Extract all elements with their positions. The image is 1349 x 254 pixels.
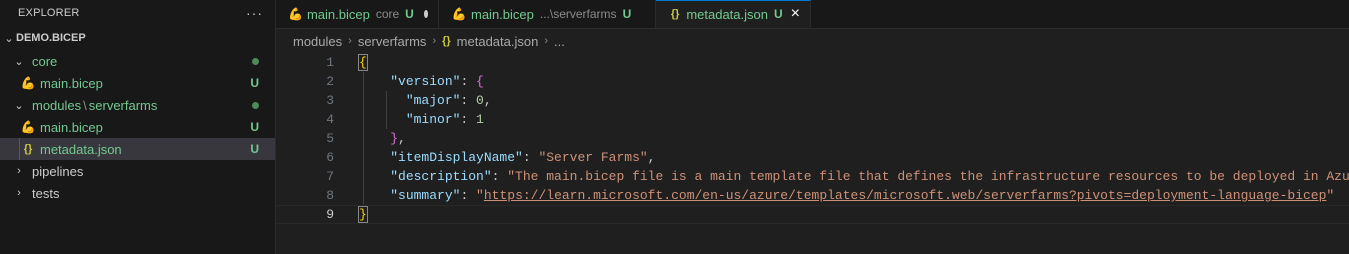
breadcrumb: modules › serverfarms › {} metadata.json… xyxy=(276,29,1349,53)
tab-label: metadata.json xyxy=(686,6,768,22)
bracket-open: { xyxy=(358,54,368,71)
line-number: 7 xyxy=(326,169,334,184)
json-file-icon: {} xyxy=(670,8,680,20)
line-number: 6 xyxy=(326,150,334,165)
line-number: 8 xyxy=(326,188,334,203)
line-number: 2 xyxy=(326,74,334,89)
explorer-title: EXPLORER xyxy=(18,7,80,19)
tree-file-serverfarms-main-bicep[interactable]: 💪 main.bicep U xyxy=(0,116,275,138)
code-line: 4 "minor": 1 xyxy=(276,110,1349,129)
tree-folder-pipelines[interactable]: › pipelines xyxy=(0,160,275,182)
bicep-file-icon: 💪 xyxy=(451,7,467,21)
tab-label: main.bicep xyxy=(306,6,370,22)
code-line: 8 "summary": "https://learn.microsoft.co… xyxy=(276,186,1349,205)
git-status-untracked: U xyxy=(773,7,783,21)
tree-folder-tests[interactable]: › tests xyxy=(0,182,275,204)
line-number: 4 xyxy=(326,112,334,127)
bracket-close: } xyxy=(358,206,368,223)
tree-item-label: main.bicep xyxy=(40,119,103,135)
git-status-untracked: U xyxy=(405,7,414,21)
workspace-root[interactable]: ⌄ DEMO.BICEP xyxy=(0,26,275,50)
json-key: "itemDisplayName" xyxy=(390,150,523,165)
tree-item-label: main.bicep xyxy=(40,75,103,91)
json-file-icon: {} xyxy=(23,143,33,155)
explorer-sidebar: EXPLORER ··· ⌄ DEMO.BICEP ⌄ core 💪 main.… xyxy=(0,0,276,254)
tab-bar: 💪 main.bicep core U 💪 main.bicep ...\ser… xyxy=(276,0,1349,29)
json-key: "version" xyxy=(390,74,461,89)
line-number: 5 xyxy=(326,131,334,146)
tree-item-label: modules \ serverfarms xyxy=(32,97,158,113)
json-number: 1 xyxy=(476,112,484,127)
chevron-right-icon: › xyxy=(544,35,549,47)
json-string: "Server Farms" xyxy=(538,150,648,165)
tree-item-label: metadata.json xyxy=(40,141,122,157)
json-key: "major" xyxy=(405,93,461,108)
code-editor[interactable]: 1 { 2 "version": { 3 "major": 0, 4 "mino… xyxy=(276,53,1349,224)
status-dot xyxy=(252,58,259,65)
git-status-untracked: U xyxy=(250,120,259,134)
more-actions-icon[interactable]: ··· xyxy=(246,5,263,21)
bicep-file-icon: 💪 xyxy=(20,120,36,134)
tree-file-metadata-json[interactable]: {} metadata.json U xyxy=(0,138,275,160)
close-icon[interactable]: × xyxy=(791,6,800,22)
workspace-root-label: DEMO.BICEP xyxy=(16,32,86,44)
line-number: 9 xyxy=(326,207,334,222)
chevron-right-icon: › xyxy=(17,165,21,177)
chevron-right-icon: › xyxy=(432,35,437,47)
tab-description: core xyxy=(375,7,400,21)
tree-item-label: core xyxy=(32,53,58,69)
breadcrumb-item[interactable]: modules xyxy=(293,34,342,49)
git-status-untracked: U xyxy=(622,7,632,21)
tab-core-main-bicep[interactable]: 💪 main.bicep core U xyxy=(276,0,439,28)
git-status-untracked: U xyxy=(250,142,259,156)
indent-guide xyxy=(386,91,387,129)
code-line: 5 }, xyxy=(276,129,1349,148)
tree-item-label: pipelines xyxy=(32,163,84,179)
bicep-file-icon: 💪 xyxy=(20,76,36,90)
line-number: 1 xyxy=(326,55,334,70)
json-number: 0 xyxy=(476,93,484,108)
chevron-right-icon: › xyxy=(348,35,352,47)
tree-file-core-main-bicep[interactable]: 💪 main.bicep U xyxy=(0,72,275,94)
chevron-down-icon: ⌄ xyxy=(14,55,24,68)
line-number: 3 xyxy=(326,93,334,108)
tree-folder-core[interactable]: ⌄ core xyxy=(0,50,275,72)
code-line: 6 "itemDisplayName": "Server Farms", xyxy=(276,148,1349,167)
chevron-right-icon: › xyxy=(17,187,21,199)
explorer-header: EXPLORER ··· xyxy=(0,0,275,26)
tab-label: main.bicep xyxy=(471,6,534,22)
chevron-down-icon: ⌄ xyxy=(4,32,14,45)
git-status-untracked: U xyxy=(250,76,259,90)
code-line: 2 "version": { xyxy=(276,72,1349,91)
tab-serverfarms-main-bicep[interactable]: 💪 main.bicep ...\serverfarms U xyxy=(439,0,656,28)
tree-folder-modules-serverfarms[interactable]: ⌄ modules \ serverfarms xyxy=(0,94,275,116)
breadcrumb-item[interactable]: ... xyxy=(554,34,565,49)
vscode-window: EXPLORER ··· ⌄ DEMO.BICEP ⌄ core 💪 main.… xyxy=(0,0,1349,254)
json-key: "minor" xyxy=(405,112,461,127)
json-url-link[interactable]: https://learn.microsoft.com/en-us/azure/… xyxy=(484,188,1327,203)
tree-item-label: tests xyxy=(32,185,60,201)
indent-guide xyxy=(363,72,364,205)
json-key: "description" xyxy=(390,169,492,184)
code-line: 1 { xyxy=(276,53,1349,72)
bicep-file-icon: 💪 xyxy=(288,7,303,21)
code-line-current: 9 } xyxy=(276,205,1349,224)
json-file-icon: {} xyxy=(442,35,451,47)
editor-area: 💪 main.bicep core U 💪 main.bicep ...\ser… xyxy=(276,0,1349,254)
code-line: 7 "description": "The main.bicep file is… xyxy=(276,167,1349,186)
json-string: "The main.bicep file is a main template … xyxy=(507,169,1349,184)
status-dot xyxy=(252,102,259,109)
chevron-down-icon: ⌄ xyxy=(14,99,24,112)
breadcrumb-item[interactable]: serverfarms xyxy=(358,34,427,49)
code-line: 3 "major": 0, xyxy=(276,91,1349,110)
tab-description: ...\serverfarms xyxy=(539,7,617,21)
breadcrumb-item[interactable]: metadata.json xyxy=(457,34,539,49)
tab-metadata-json[interactable]: {} metadata.json U × xyxy=(656,0,811,28)
json-key: "summary" xyxy=(390,188,461,203)
unsaved-dot-icon[interactable] xyxy=(423,10,428,18)
